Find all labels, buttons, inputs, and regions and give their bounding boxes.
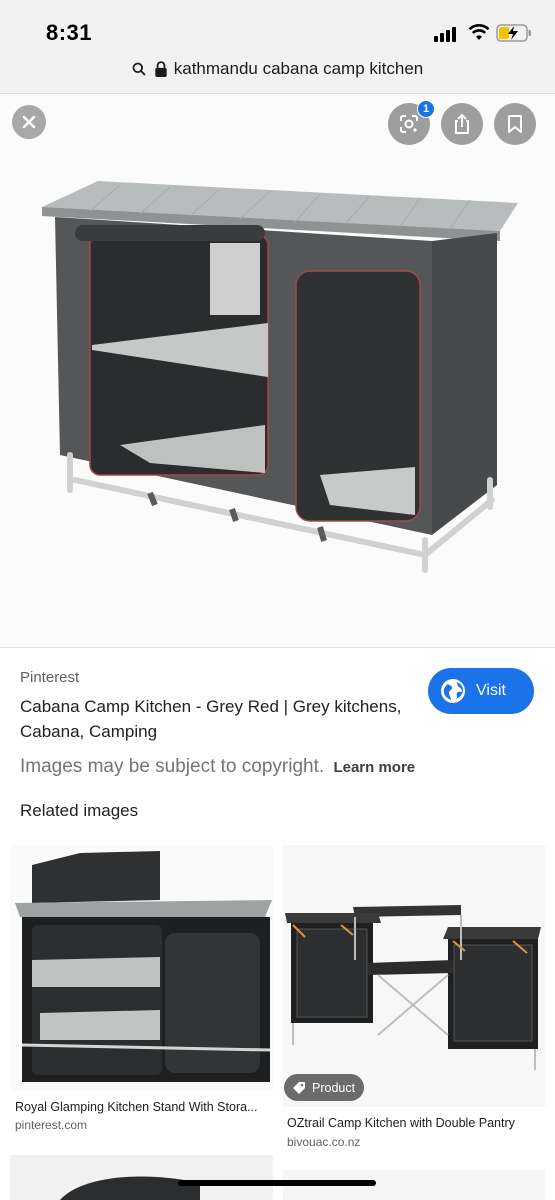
- status-time: 8:31: [46, 20, 93, 45]
- close-icon: [22, 115, 36, 129]
- related-image-thumbnail: [283, 845, 545, 1107]
- status-bar: 8:31: [0, 0, 555, 56]
- tag-icon: [293, 1081, 305, 1094]
- close-button[interactable]: [12, 105, 46, 139]
- bookmark-icon: [508, 115, 522, 133]
- copyright-notice: Images may be subject to copyright. Lear…: [20, 756, 415, 778]
- visit-label: Visit: [476, 682, 506, 699]
- related-image-card[interactable]: OZtrail Camp Kitchen with Double Pantry …: [283, 845, 545, 1155]
- related-image-domain: bivouac.co.nz: [287, 1135, 361, 1149]
- oztrail-kitchen-image: [285, 905, 541, 1070]
- related-image-card[interactable]: [10, 1155, 273, 1200]
- camp-kitchen-thumbnail-image: [60, 1176, 200, 1200]
- related-images-heading: Related images: [20, 801, 139, 820]
- address-bar[interactable]: kathmandu cabana camp kitchen: [0, 56, 555, 94]
- learn-more-link[interactable]: Learn more: [333, 759, 415, 776]
- camp-kitchen-image: [42, 181, 518, 573]
- battery-charging-icon: [496, 24, 531, 42]
- product-chip-label: Product: [312, 1080, 356, 1095]
- image-title-link[interactable]: Cabana Camp Kitchen - Grey Red | Grey ki…: [20, 694, 420, 744]
- image-source: Pinterest: [20, 669, 80, 686]
- lock-icon: [155, 61, 167, 77]
- related-image-card[interactable]: Royal Glamping Kitchen Stand With Stora.…: [10, 845, 273, 1145]
- related-image-title: OZtrail Camp Kitchen with Double Pantry: [287, 1116, 515, 1130]
- copyright-text: Images may be subject to copyright.: [20, 756, 325, 777]
- search-icon: [132, 62, 146, 76]
- share-icon: [455, 113, 469, 134]
- related-image-title: Royal Glamping Kitchen Stand With Stora.…: [15, 1100, 258, 1114]
- visit-button[interactable]: Visit: [428, 668, 534, 714]
- save-bookmark-button[interactable]: [494, 103, 536, 145]
- kitchen-stand-image: [15, 851, 272, 1082]
- cellular-signal-icon: [434, 26, 460, 42]
- url-text: kathmandu cabana camp kitchen: [173, 59, 424, 78]
- related-image-thumbnail: [10, 845, 273, 1091]
- related-image-thumbnail: [10, 1155, 273, 1200]
- image-viewer[interactable]: 1: [0, 95, 555, 648]
- product-chip: Product: [284, 1074, 364, 1101]
- lens-badge: 1: [417, 100, 435, 118]
- share-button[interactable]: [441, 103, 483, 145]
- globe-icon: [441, 679, 465, 703]
- home-indicator[interactable]: [178, 1180, 376, 1186]
- wifi-icon: [468, 24, 490, 40]
- related-image-domain: pinterest.com: [15, 1118, 88, 1132]
- lens-icon: [400, 115, 418, 133]
